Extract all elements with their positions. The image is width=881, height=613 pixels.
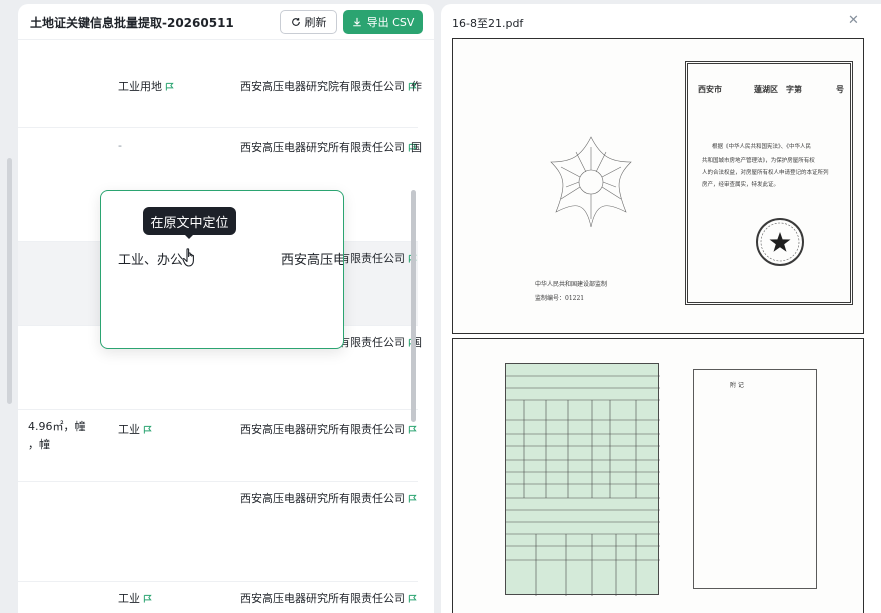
popover-land-use: 工业、办公	[118, 253, 184, 268]
refresh-button[interactable]: 刷新	[280, 10, 337, 34]
locate-flag-icon[interactable]	[408, 425, 417, 434]
download-icon	[352, 17, 361, 27]
table-row[interactable]: 西安高压电器研究所有限责任公司	[18, 482, 418, 582]
registration-table	[505, 363, 660, 596]
extra-cell: 国	[411, 141, 422, 154]
land-use-cell[interactable]: 工业	[118, 590, 152, 606]
locate-flag-icon[interactable]	[165, 82, 174, 91]
cert-header-word: 字第	[786, 84, 802, 94]
pdf-filename: 16-8至21.pdf	[452, 17, 524, 30]
area-cell: 4.96㎡，幢 ，幢	[28, 418, 86, 454]
page-title: 土地证关键信息批量提取-20260511	[30, 16, 234, 30]
hand-cursor-icon	[182, 248, 194, 267]
pdf-page-1[interactable]: 中华人民共和国建设部监制 监制编号：01221 西安市 蓮湖区 字第 号 根据《…	[452, 38, 864, 334]
locate-flag-icon[interactable]	[143, 425, 152, 434]
cert-body-line: 房产，经审查属实，特发此证。	[702, 182, 780, 188]
land-use-value: 工业用地	[118, 80, 162, 93]
cert-body-line: 人的合法权益，对房屋所有权人申请登记的本证所列	[702, 170, 829, 176]
emblem-icon	[550, 136, 632, 228]
serial-label: 监制编号：	[535, 295, 566, 302]
notes-frame: 附 记	[693, 369, 817, 589]
tooltip-arrow	[184, 234, 194, 239]
cert-header-district: 蓮湖区	[754, 84, 778, 94]
pdf-page-2[interactable]: 附 记	[452, 338, 864, 613]
table-grid	[506, 375, 660, 596]
land-use-cell[interactable]: 工业用地	[118, 78, 174, 94]
issuer-text: 中华人民共和国建设部监制	[535, 281, 608, 288]
serial-number: 01221	[565, 295, 585, 302]
owner-cell[interactable]: 西安高压电器研究所有限责任公司	[240, 421, 417, 437]
owner-cell[interactable]: 西安高压电器研究所有限责任公司	[240, 490, 417, 506]
owner-value: 西安高压电器研究所有限责任公司	[240, 141, 405, 154]
table-row[interactable]: 4.96㎡，幢 ，幢 工业 西安高压电器研究所有限责任公司	[18, 410, 418, 482]
locate-flag-icon[interactable]	[143, 594, 152, 603]
locate-tooltip: 在原文中定位	[143, 207, 236, 235]
export-csv-button[interactable]: 导出 CSV	[343, 10, 423, 34]
popover-owner: 西安高压电	[281, 253, 344, 268]
pdf-viewer-panel: 16-8至21.pdf ✕ 中华人民共和国建设部监制 监制编号：01221 西安…	[441, 4, 881, 613]
refresh-icon	[291, 18, 300, 26]
table-row[interactable]: 工业用地 西安高压电器研究院有限责任公司 作	[18, 40, 422, 128]
certificate-frame: 西安市 蓮湖区 字第 号 根据《中华人民共和国宪法》、《中华人民 共和国城市房地…	[685, 61, 853, 305]
panel-header: 土地证关键信息批量提取-20260511 刷新 导出 CSV	[18, 4, 434, 40]
official-seal-icon	[756, 218, 804, 266]
area-value: 4.96㎡，幢	[28, 420, 86, 433]
pdf-viewer-header: 16-8至21.pdf ✕	[441, 4, 881, 37]
serial-row: 监制编号：01221	[535, 293, 584, 302]
land-use-value: 工业	[118, 592, 140, 605]
owner-value: 西安高压电器研究所有限责任公司	[240, 592, 405, 605]
cert-header-city: 西安市	[698, 84, 722, 94]
land-use-value: 工业	[118, 423, 140, 436]
close-icon[interactable]: ✕	[848, 13, 859, 28]
table-scrollbar[interactable]	[411, 190, 416, 422]
cert-body-line: 根据《中华人民共和国宪法》、《中华人民	[712, 144, 812, 150]
cert-header-number: 号	[836, 84, 844, 94]
owner-cell[interactable]: 西安高压电器研究院有限责任公司	[240, 78, 417, 94]
area-value: ，幢	[28, 438, 50, 451]
owner-value: 西安高压电器研究所有限责任公司	[240, 423, 405, 436]
locate-flag-icon[interactable]	[408, 494, 417, 503]
outer-scrollbar[interactable]	[7, 158, 12, 404]
extra-cell: 作	[411, 80, 422, 93]
table-row[interactable]: 工业 西安高压电器研究所有限责任公司	[18, 582, 418, 613]
owner-cell[interactable]: 西安高压电器研究所有限责任公司	[240, 590, 417, 606]
owner-cell[interactable]: 西安高压电器研究所有限责任公司	[240, 139, 417, 155]
export-label: 导出 CSV	[366, 16, 415, 29]
cert-body-line: 共和国城市房地产管理法》，为保护房屋所有权	[702, 158, 815, 164]
land-use-cell: -	[118, 139, 122, 152]
notes-title: 附 记	[730, 382, 744, 389]
locate-flag-icon[interactable]	[408, 594, 417, 603]
refresh-label: 刷新	[304, 16, 327, 29]
land-use-cell[interactable]: 工业	[118, 421, 152, 437]
owner-value: 西安高压电器研究所有限责任公司	[240, 492, 405, 505]
owner-value: 西安高压电器研究院有限责任公司	[240, 80, 405, 93]
